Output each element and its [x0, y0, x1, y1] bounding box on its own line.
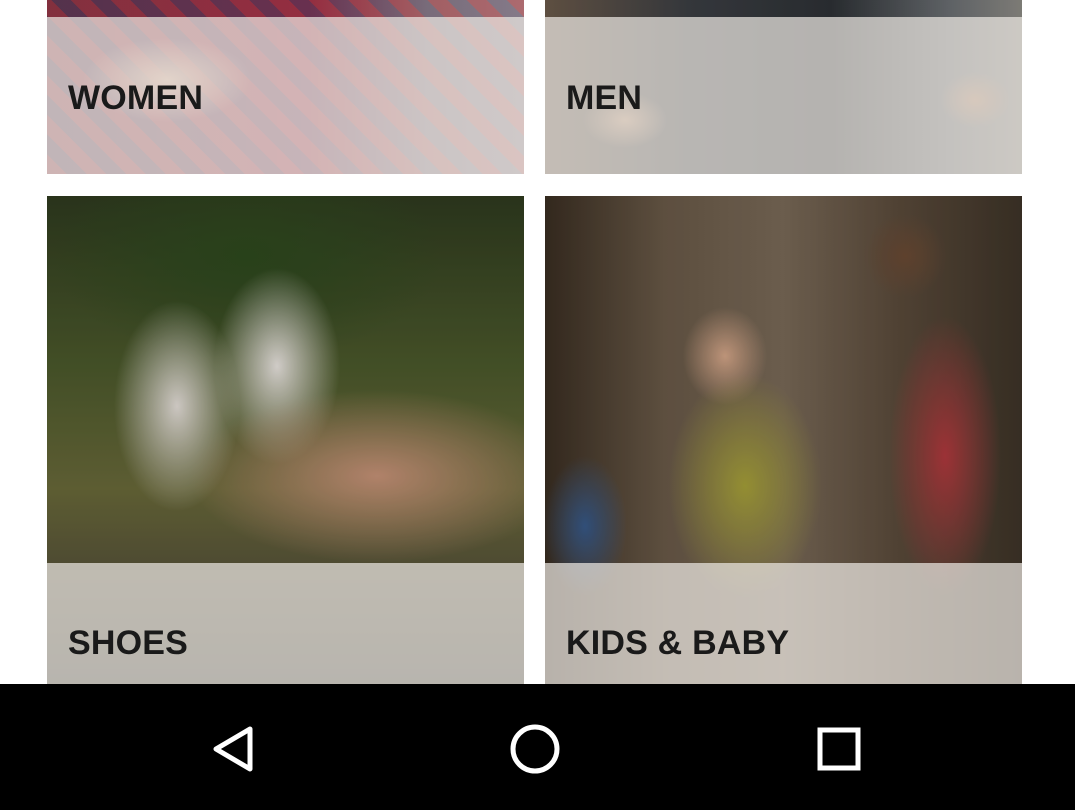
app-screen: WOMEN MEN SHOES KIDS & BABY — [0, 0, 1075, 810]
category-tile-kids-baby[interactable]: KIDS & BABY — [545, 196, 1022, 684]
system-navigation-bar — [0, 684, 1075, 810]
back-triangle-icon — [213, 726, 253, 772]
back-button[interactable] — [199, 714, 269, 784]
category-label-shoes: SHOES — [68, 624, 189, 662]
recents-button[interactable] — [804, 714, 874, 784]
category-tile-men[interactable]: MEN — [545, 0, 1022, 174]
category-tile-women[interactable]: WOMEN — [47, 0, 524, 174]
category-grid: WOMEN MEN SHOES KIDS & BABY — [0, 0, 1075, 684]
recents-square-icon — [817, 727, 861, 771]
home-button[interactable] — [500, 714, 570, 784]
category-label-kids-baby: KIDS & BABY — [566, 624, 790, 662]
category-tile-shoes[interactable]: SHOES — [47, 196, 524, 684]
category-label-men: MEN — [566, 79, 643, 117]
home-circle-icon — [510, 724, 560, 774]
category-label-women: WOMEN — [68, 79, 204, 117]
